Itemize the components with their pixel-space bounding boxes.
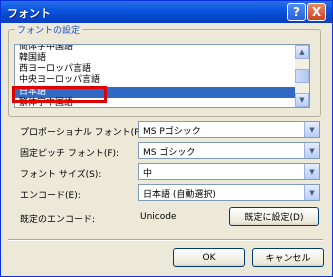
help-icon: ? bbox=[293, 5, 300, 19]
chevron-down-icon[interactable]: ▼ bbox=[304, 185, 319, 200]
encoding-select[interactable]: 日本語 (自動選択) ▼ bbox=[138, 184, 320, 201]
list-item[interactable]: 簡体字中国語 bbox=[15, 45, 297, 53]
font-settings-label: フォントの設定 bbox=[15, 23, 83, 36]
chevron-down-icon[interactable]: ▼ bbox=[304, 164, 319, 179]
chevron-down-icon[interactable]: ▼ bbox=[304, 122, 319, 137]
ok-button[interactable]: OK bbox=[173, 248, 245, 267]
font-size-label: フォント サイズ(S): bbox=[20, 170, 102, 180]
scroll-thumb[interactable] bbox=[295, 69, 309, 83]
encoding-label: エンコード(E): bbox=[20, 191, 81, 201]
set-default-button[interactable]: 既定に設定(D) bbox=[229, 207, 319, 226]
proportional-font-select[interactable]: MS Pゴシック ▼ bbox=[138, 121, 320, 138]
divider bbox=[8, 239, 323, 241]
help-button[interactable]: ? bbox=[287, 3, 306, 21]
fixed-font-select[interactable]: MS ゴシック ▼ bbox=[138, 142, 320, 159]
proportional-font-value: MS Pゴシック bbox=[143, 127, 201, 137]
scroll-up-icon[interactable]: ▲ bbox=[295, 45, 309, 59]
list-item[interactable]: 韓国語 bbox=[15, 53, 297, 64]
close-icon: X bbox=[311, 5, 322, 19]
highlight-annotation bbox=[12, 86, 107, 103]
default-encoding-value: Unicode bbox=[140, 212, 177, 222]
list-item[interactable]: 西ヨーロッパ言語 bbox=[15, 64, 297, 75]
cancel-button[interactable]: キャンセル bbox=[252, 248, 324, 267]
close-button[interactable]: X bbox=[307, 3, 326, 21]
font-size-select[interactable]: 中 ▼ bbox=[138, 163, 320, 180]
fixed-font-value: MS ゴシック bbox=[143, 148, 196, 158]
list-scrollbar[interactable]: ▲ ▼ bbox=[295, 45, 309, 107]
fixed-font-label: 固定ピッチ フォント(F): bbox=[20, 149, 120, 159]
encoding-value: 日本語 (自動選択) bbox=[143, 190, 216, 200]
proportional-font-label: プロポーショナル フォント(P): bbox=[20, 128, 147, 138]
title-bar: フォント ? X bbox=[1, 1, 332, 23]
default-encoding-label: 既定のエンコード: bbox=[20, 215, 96, 225]
scroll-down-icon[interactable]: ▼ bbox=[295, 93, 309, 107]
window-title: フォント bbox=[7, 7, 51, 20]
font-size-value: 中 bbox=[143, 169, 153, 179]
list-item[interactable]: 中央ヨーロッパ言語 bbox=[15, 75, 297, 86]
chevron-down-icon[interactable]: ▼ bbox=[304, 143, 319, 158]
